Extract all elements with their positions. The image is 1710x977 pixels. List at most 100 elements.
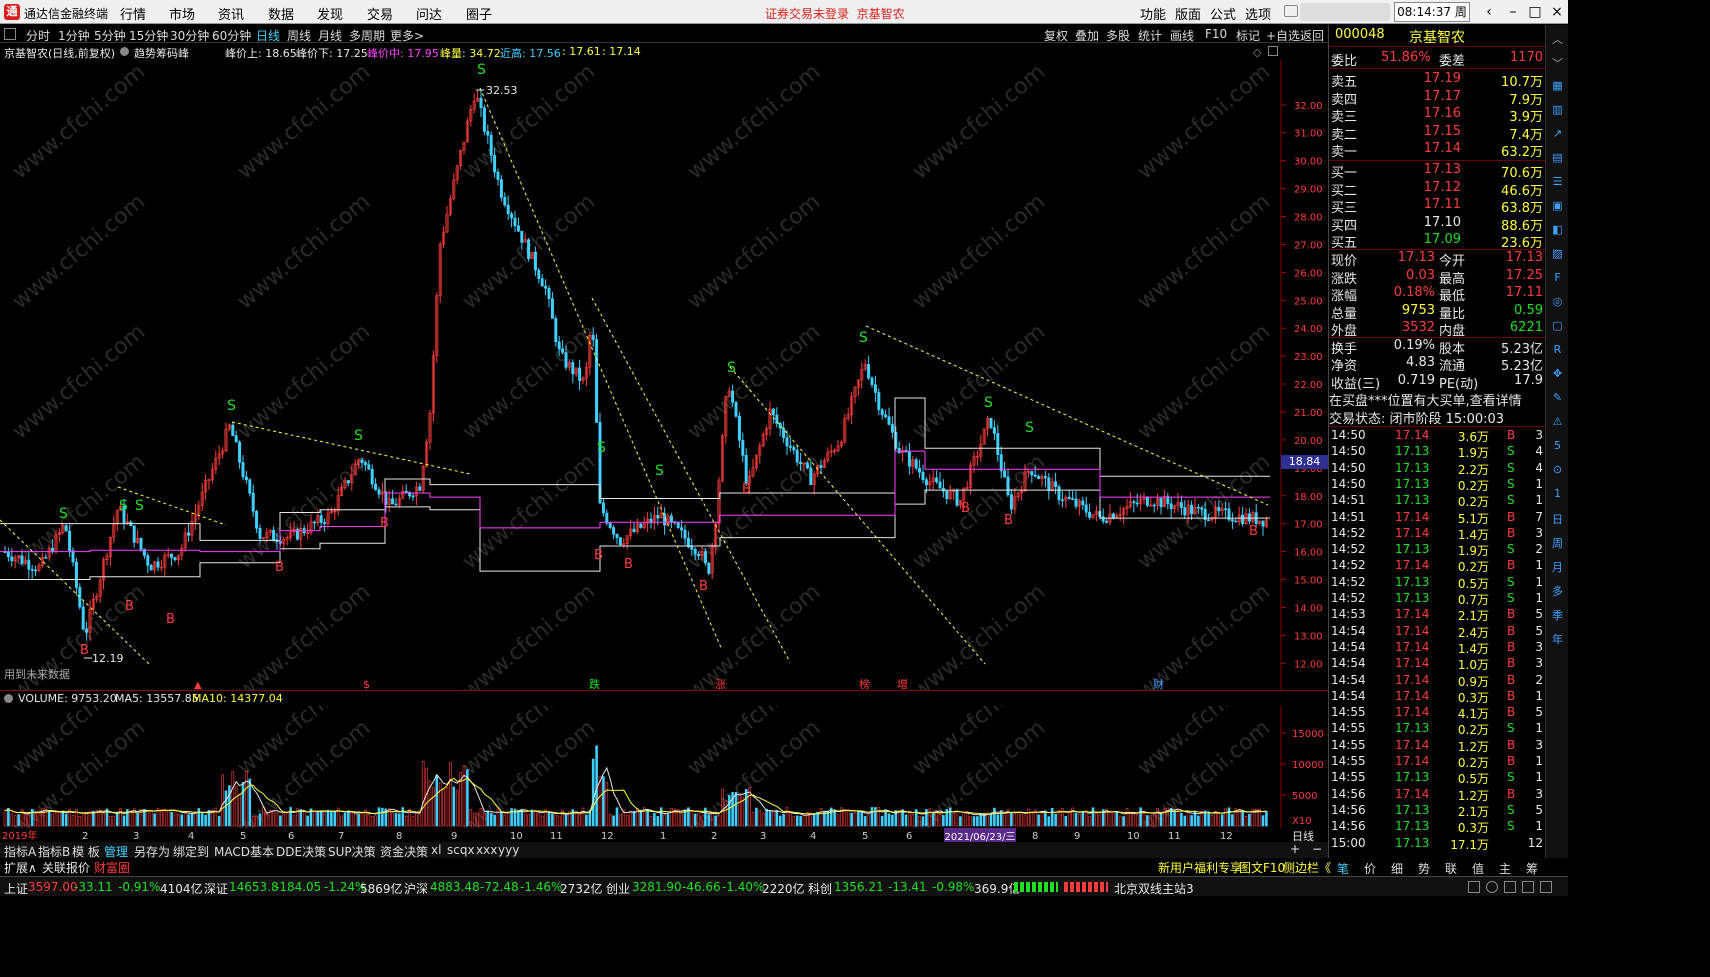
f5-icon[interactable]: 5 [1550,439,1565,454]
right-tab[interactable]: 联 [1445,860,1457,877]
indicator-settings-icon[interactable] [120,47,129,56]
right-tab[interactable]: 笔 [1337,860,1349,877]
bar-icon[interactable]: ▥ [1550,103,1565,118]
btn-duogu[interactable]: 多股 [1106,27,1130,44]
line-icon[interactable]: ↗ [1550,127,1565,142]
indicator-tab[interactable]: xl [431,843,441,857]
compass-icon[interactable]: ◎ [1550,295,1565,310]
tab-60min[interactable]: 60分钟 [212,27,251,44]
tab-1min[interactable]: 1分钟 [58,27,90,44]
menu-shuju[interactable]: 数据 [268,4,294,23]
status-icon-1[interactable] [1468,881,1480,893]
year-icon[interactable]: 年 [1550,631,1565,646]
diamond-icon[interactable]: ◇ [1253,46,1261,59]
btn-f10[interactable]: F10 [1205,27,1227,41]
status-icon-5[interactable] [1540,881,1552,893]
f-icon[interactable]: F [1550,271,1565,286]
minimize-icon[interactable]: – [1504,2,1522,22]
box-icon[interactable]: ▢ [1550,319,1565,334]
tab-30min[interactable]: 30分钟 [170,27,209,44]
btn-huaxian[interactable]: 画线 [1170,27,1194,44]
tab-15min[interactable]: 15分钟 [129,27,168,44]
right-tab[interactable]: 主 [1499,860,1511,877]
wealth-circle-button[interactable]: 财富圈 [94,859,130,876]
right-tab[interactable]: 细 [1391,860,1403,877]
tab-weekly[interactable]: 周线 [287,27,311,44]
menu-wenda[interactable]: 问达 [416,4,442,23]
menu-gongneng[interactable]: 功能 [1140,4,1166,23]
menu-jiaoyi[interactable]: 交易 [367,4,393,23]
chevron-down-icon[interactable]: ﹀ [1550,55,1565,70]
user-avatar[interactable] [1300,3,1390,21]
right-tab[interactable]: 筹 [1526,860,1538,877]
close-icon[interactable]: × [1548,2,1566,22]
quote-message[interactable]: 在买盘***位置有大买单,查看详情 [1329,390,1545,409]
indicator-tab[interactable]: scqx [447,843,475,857]
server-name[interactable]: 北京双线主站3 [1114,880,1194,897]
status-icon-3[interactable] [1504,881,1516,893]
login-notice[interactable]: 证券交易未登录 京基智农 [765,5,905,22]
tab-daily[interactable]: 日线 [256,27,280,44]
ribbon-icon[interactable]: ▨ [1550,247,1565,262]
rsi-icon[interactable]: R [1550,343,1565,358]
chevron-up-icon[interactable]: ︿ [1550,31,1565,46]
pin-icon[interactable]: ⊙ [1550,463,1565,478]
menu-zixun[interactable]: 资讯 [218,4,244,23]
menu-hangqing[interactable]: 行情 [120,4,146,23]
fund-icon[interactable]: ▣ [1550,199,1565,214]
expand-icon[interactable] [1268,46,1278,56]
tab-5min[interactable]: 5分钟 [94,27,126,44]
kline-chart[interactable]: www.cfchi.com www.cfchi.com www.cfchi.com w… [0,59,1328,705]
tab-multi-period[interactable]: 多周期 [349,27,385,44]
month-icon[interactable]: 月 [1550,559,1565,574]
zoom-in-icon[interactable]: + [1290,842,1300,856]
sidebar-toggle[interactable]: 侧边栏《 [1283,859,1331,876]
day-icon[interactable]: 日 [1550,511,1565,526]
btn-fanhui[interactable]: 返回 [1300,27,1324,44]
menu-xuanxiang[interactable]: 选项 [1245,4,1271,23]
zoom-out-icon[interactable]: − [1312,842,1322,856]
tab-monthly[interactable]: 月线 [318,27,342,44]
indicator-name[interactable]: 趋势筹码峰 [134,45,189,61]
btn-fuquan[interactable]: 复权 [1044,27,1068,44]
mail-icon[interactable] [1284,5,1298,17]
right-tab[interactable]: 值 [1472,860,1484,877]
maximize-icon[interactable]: □ [1526,2,1544,22]
indicator-tab[interactable]: xxx [476,843,497,857]
move-icon[interactable]: ✥ [1550,367,1565,382]
layers-icon[interactable]: ◧ [1550,223,1565,238]
time-icon[interactable]: 1 [1550,487,1565,502]
btn-zixuan[interactable]: +自选 [1266,27,1300,44]
tab-more[interactable]: 更多> [390,27,424,44]
grid-icon[interactable]: ▤ [1550,151,1565,166]
week-icon[interactable]: 周 [1550,535,1565,550]
warning-icon[interactable]: ⚠ [1550,415,1565,430]
season-icon[interactable]: 季 [1550,607,1565,622]
menu-gongshi[interactable]: 公式 [1210,4,1236,23]
menu-shichang[interactable]: 市场 [169,4,195,23]
btn-diejia[interactable]: 叠加 [1075,27,1099,44]
volume-settings-icon[interactable] [4,694,13,703]
menu-banmian[interactable]: 版面 [1175,4,1201,23]
list-icon[interactable]: ☰ [1550,175,1565,190]
kc-name[interactable]: 科创 [808,880,832,897]
right-tab[interactable]: 势 [1418,860,1430,877]
cy-name[interactable]: 创业 [606,880,630,897]
related-quote-button[interactable]: 关联报价 [42,859,90,876]
status-icon-2[interactable] [1486,881,1498,893]
indicator-tab[interactable]: yyy [498,843,519,857]
promo-link[interactable]: 新用户福利专享 [1158,859,1242,876]
menu-faxian[interactable]: 发现 [317,4,343,23]
hs-name[interactable]: 沪深 [404,880,428,897]
layout-icon[interactable] [4,28,16,40]
volume-chart[interactable]: www.cfchi.com www.cfchi.com www.cfchi.com w… [0,655,1328,841]
back-icon[interactable]: ‹ [1480,2,1498,22]
pen-icon[interactable]: ✎ [1550,391,1565,406]
chart-icon[interactable]: ▦ [1550,79,1565,94]
multi-icon[interactable]: 多 [1550,583,1565,598]
sz-name[interactable]: 深证 [204,880,228,897]
sh-name[interactable]: 上证 [4,880,28,897]
right-tab[interactable]: 价 [1364,860,1376,877]
btn-tongji[interactable]: 统计 [1138,27,1162,44]
menu-quanzi[interactable]: 圈子 [466,4,492,23]
